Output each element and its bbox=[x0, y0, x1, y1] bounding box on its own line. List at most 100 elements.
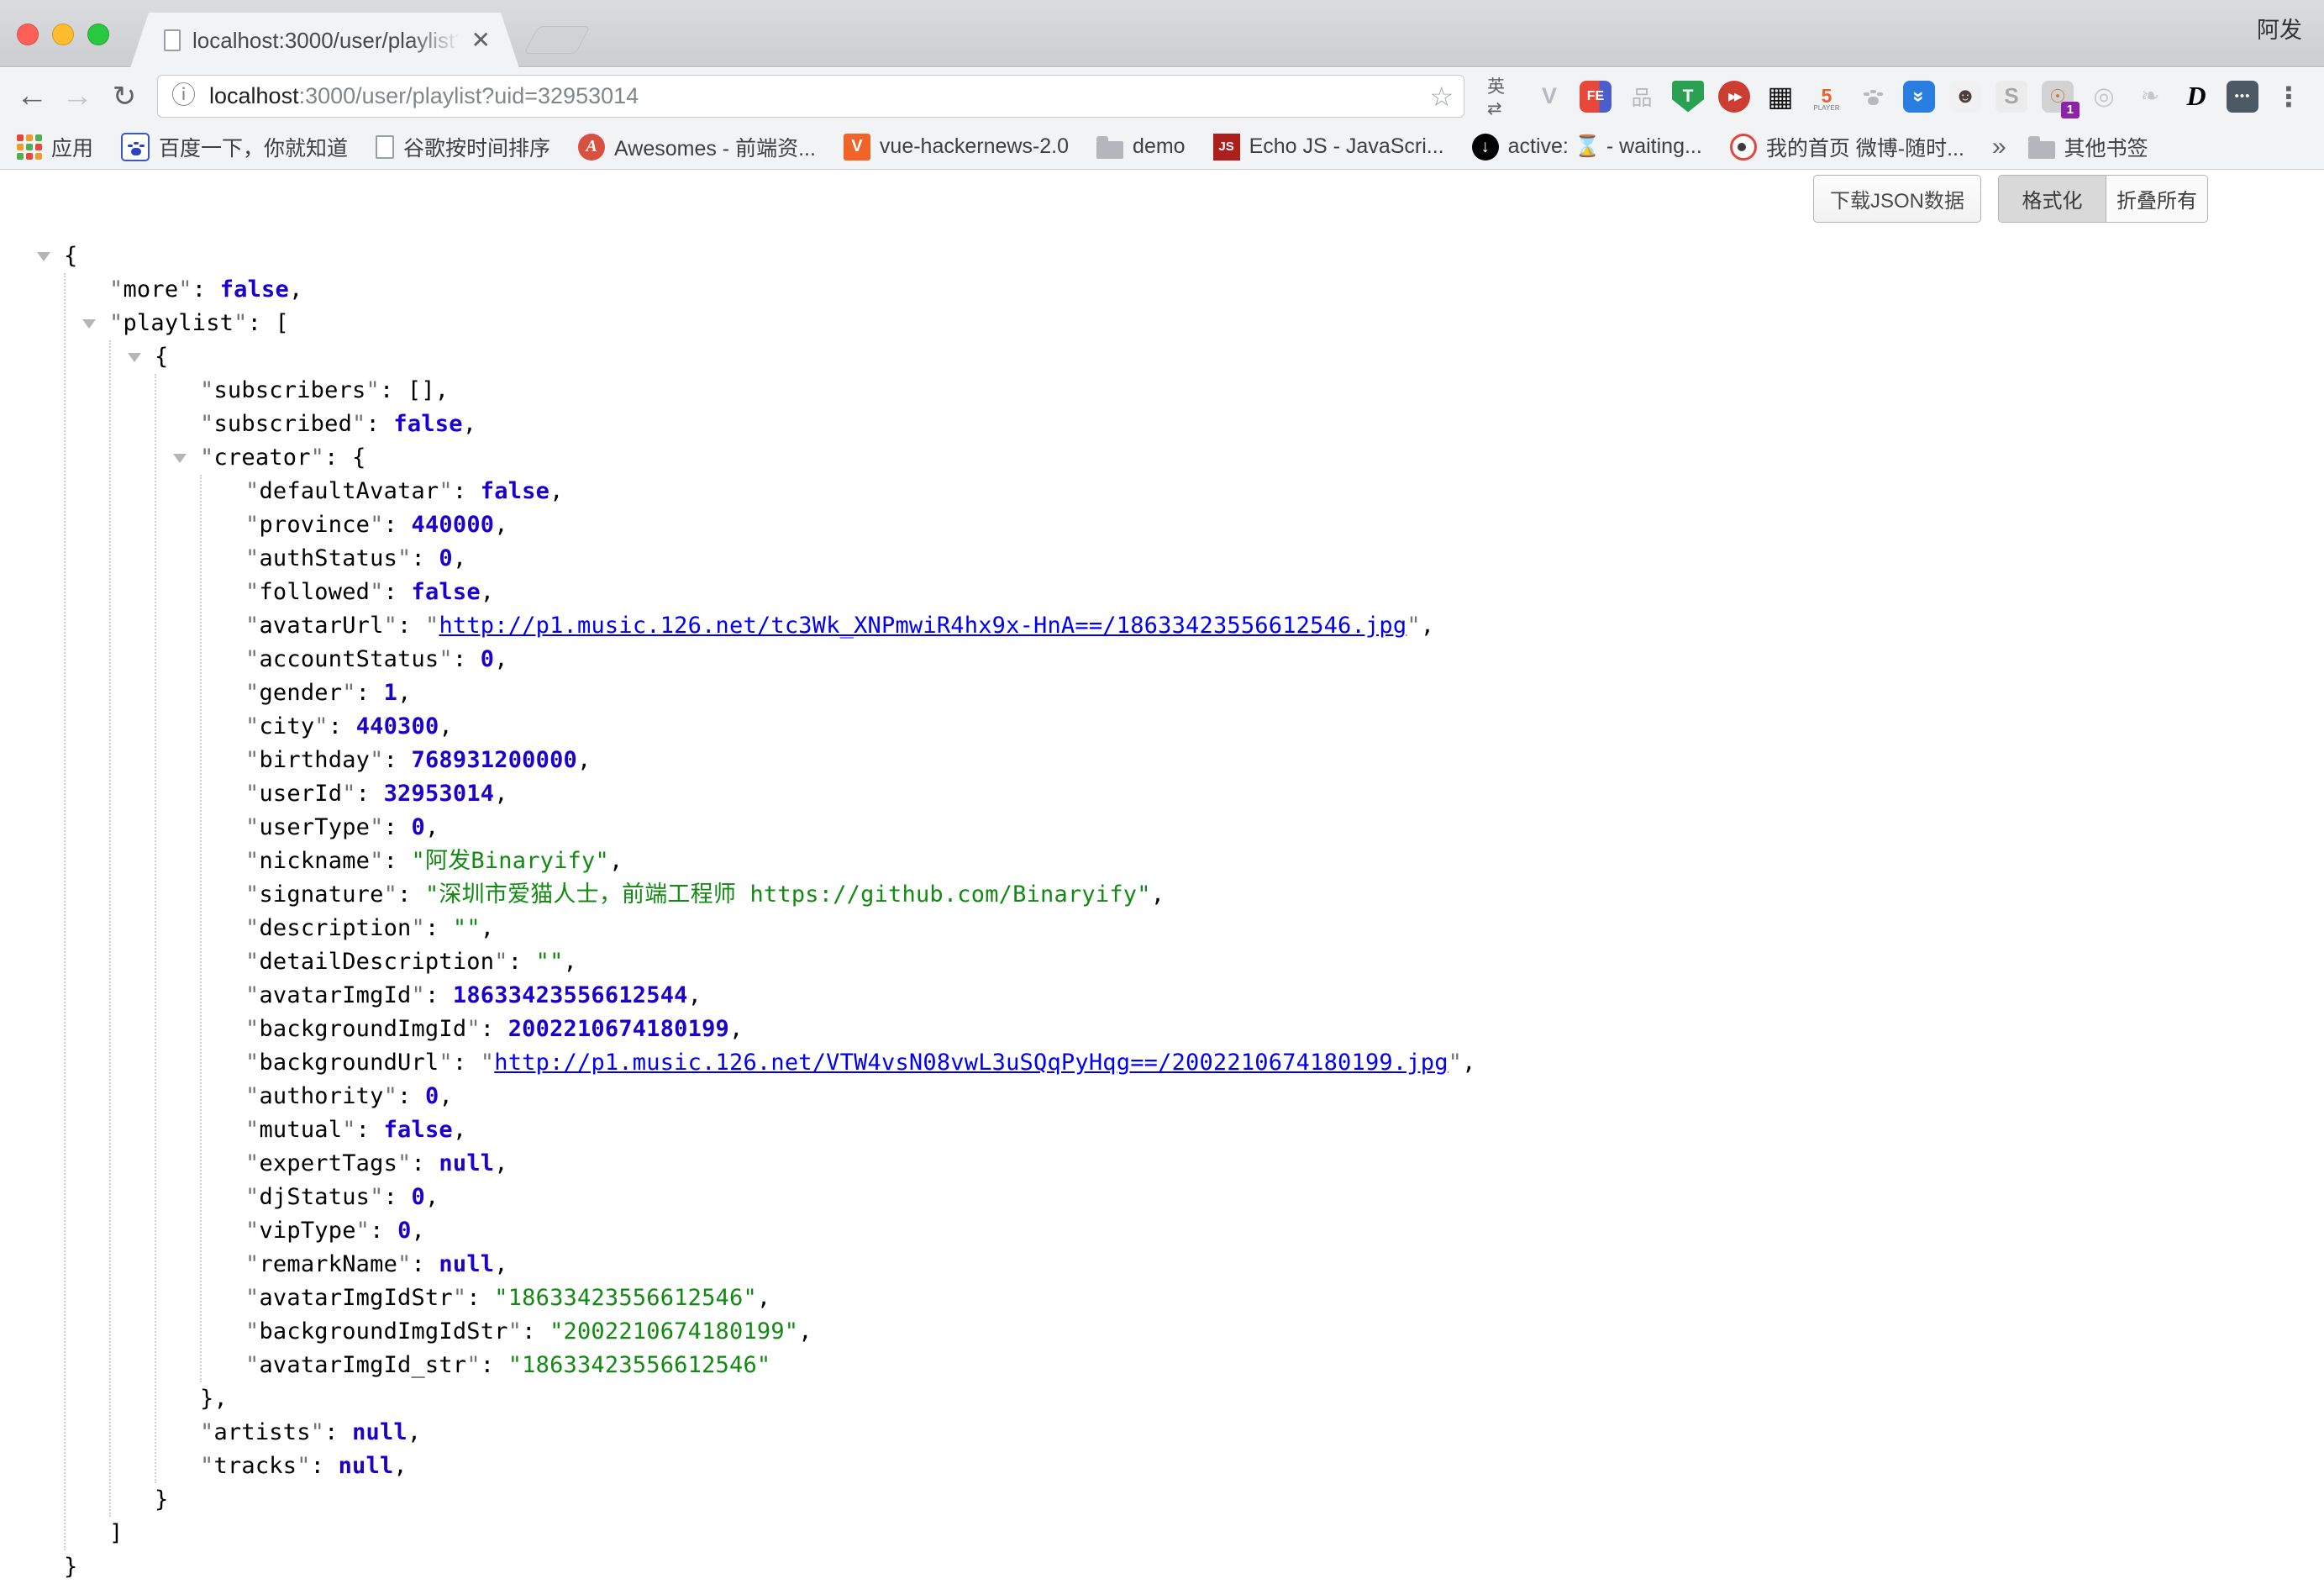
tab-close-icon[interactable]: ✕ bbox=[471, 29, 491, 52]
json-line: "subscribed": false, bbox=[200, 408, 2324, 441]
shield-icon[interactable]: T bbox=[1672, 81, 1704, 113]
json-line: "gender": 1, bbox=[245, 676, 2324, 710]
translate-icon[interactable]: 英⇄ bbox=[1487, 81, 1519, 113]
json-key: avatarImgId_str bbox=[259, 1352, 466, 1378]
reload-button[interactable]: ↻ bbox=[104, 68, 145, 124]
json-null-value: null bbox=[439, 1150, 494, 1176]
address-bar[interactable]: ⓘ localhost:3000/user/playlist?uid=32953… bbox=[157, 75, 1464, 118]
json-key: nickname bbox=[259, 848, 370, 874]
json-key: userId bbox=[259, 781, 342, 807]
json-key: userType bbox=[259, 814, 370, 840]
qr-code-icon[interactable]: ▦ bbox=[1764, 81, 1796, 113]
json-bool-value: false bbox=[384, 1117, 453, 1143]
json-key: creator bbox=[213, 445, 310, 471]
json-url-link[interactable]: http://p1.music.126.net/tc3Wk_XNPmwiR4hx… bbox=[439, 613, 1406, 639]
json-line: "authority": 0, bbox=[245, 1080, 2324, 1113]
collapse-arrow-icon[interactable] bbox=[128, 353, 141, 362]
collapse-arrow-icon[interactable] bbox=[173, 454, 187, 463]
close-window-button[interactable] bbox=[17, 24, 39, 45]
browser-profile-name[interactable]: 阿发 bbox=[2257, 12, 2302, 45]
bookmark-baidu[interactable]: 百度一下，你就知道 bbox=[121, 132, 348, 162]
json-block: "more": false,"playlist": [{"subscribers… bbox=[64, 273, 2324, 1550]
fe-icon[interactable]: FE bbox=[1580, 81, 1612, 113]
json-line: "vipType": 0, bbox=[245, 1214, 2324, 1248]
back-button[interactable]: ← bbox=[12, 68, 52, 124]
bird-icon-glyph: ❧ bbox=[2141, 83, 2160, 109]
vue-devtools-icon[interactable]: V bbox=[1533, 81, 1565, 113]
bookmark-folder[interactable]: demo bbox=[1096, 134, 1186, 159]
json-key: expertTags bbox=[259, 1150, 397, 1176]
s-icon[interactable]: S bbox=[1995, 81, 2027, 113]
site-info-icon[interactable]: ⓘ bbox=[171, 84, 196, 108]
weibo-swirl-icon[interactable]: ◎ bbox=[2088, 81, 2120, 113]
sitemap-icon[interactable]: 品 bbox=[1626, 81, 1658, 113]
minimize-window-button[interactable] bbox=[52, 24, 74, 45]
paw-icon[interactable] bbox=[1857, 81, 1889, 113]
json-key: avatarUrl bbox=[259, 613, 383, 639]
weibo-swirl-icon-glyph: ◎ bbox=[2093, 82, 2114, 111]
json-bool-value: false bbox=[220, 276, 289, 303]
json-key: avatarImgIdStr bbox=[259, 1285, 452, 1311]
bookmark-doc[interactable]: 谷歌按时间排序 bbox=[376, 132, 550, 162]
other-bookmarks-label: 其他书签 bbox=[2064, 132, 2148, 162]
mask-icon[interactable]: ☻ bbox=[1949, 81, 1981, 113]
page-favicon-icon bbox=[164, 29, 181, 51]
window-titlebar: localhost:3000/user/playlist?ui ✕ 阿发 bbox=[0, 0, 2324, 67]
browser-tab[interactable]: localhost:3000/user/playlist?ui ✕ bbox=[130, 13, 519, 68]
browser-menu-icon[interactable]: ⋮ bbox=[2273, 81, 2305, 113]
json-line: "tracks": null, bbox=[200, 1450, 2324, 1483]
bookmark-star-icon[interactable]: ☆ bbox=[1429, 83, 1454, 110]
collapse-all-button[interactable]: 折叠所有 bbox=[2106, 176, 2207, 222]
json-null-value: null bbox=[339, 1453, 394, 1479]
bookmark-weibo[interactable]: 我的首页 微博-随时... bbox=[1730, 132, 1964, 162]
collapse-arrow-icon[interactable] bbox=[37, 252, 50, 261]
json-string-value: "2002210674180199" bbox=[549, 1318, 798, 1345]
format-button[interactable]: 格式化 bbox=[1999, 176, 2106, 222]
more-tools-icon[interactable]: ••• bbox=[2227, 81, 2258, 113]
json-num-value: 32953014 bbox=[384, 781, 495, 807]
json-line: "userId": 32953014, bbox=[245, 777, 2324, 811]
json-line: "playlist": [ bbox=[109, 307, 2324, 340]
json-bool-value: false bbox=[481, 478, 549, 504]
json-key: followed bbox=[259, 579, 370, 605]
json-url-link[interactable]: http://p1.music.126.net/VTW4vsN08vwL3uSQ… bbox=[494, 1050, 1448, 1076]
view-mode-button-group: 格式化 折叠所有 bbox=[1998, 175, 2208, 223]
zoom-window-button[interactable] bbox=[87, 24, 109, 45]
fast-forward-icon-glyph: ▶▶ bbox=[1728, 90, 1740, 103]
bookmark-echojs[interactable]: JSEcho JS - JavaScri... bbox=[1213, 134, 1444, 161]
extension-icons-row: 英⇄ V FE 品 T ▶▶ ▦ 5PLAYER » ☻ S ☉1 ◎ ❧ D ••• ⋮ bbox=[1487, 68, 2305, 124]
tab-title: localhost:3000/user/playlist?ui bbox=[192, 28, 463, 54]
json-line: "city": 440300, bbox=[245, 710, 2324, 744]
download-json-button[interactable]: 下载JSON数据 bbox=[1813, 175, 1981, 223]
json-num-value: 1 bbox=[384, 680, 397, 706]
collapse-arrow-icon[interactable] bbox=[82, 319, 96, 329]
json-null-value: null bbox=[439, 1251, 494, 1277]
more-tools-icon-glyph: ••• bbox=[2235, 89, 2251, 103]
json-key: defaultAvatar bbox=[259, 478, 439, 504]
bookmark-active[interactable]: ↓active: ⌛ - waiting... bbox=[1472, 134, 1702, 161]
download-chevrons-icon[interactable]: » bbox=[1903, 81, 1935, 113]
json-key: detailDescription bbox=[259, 949, 494, 975]
new-tab-button[interactable] bbox=[523, 26, 591, 54]
json-key: city bbox=[259, 713, 314, 739]
json-line: "followed": false, bbox=[245, 576, 2324, 609]
bookmarks-overflow-icon[interactable]: » bbox=[1992, 133, 2006, 161]
json-num-value: 0 bbox=[481, 646, 494, 672]
json-null-value: null bbox=[352, 1419, 407, 1445]
other-bookmarks-folder[interactable]: 其他书签 bbox=[2028, 132, 2148, 162]
d-icon[interactable]: D bbox=[2180, 81, 2212, 113]
shield-icon-glyph: T bbox=[1683, 87, 1694, 107]
bookmark-awesomes[interactable]: AAwesomes - 前端资... bbox=[578, 132, 816, 162]
json-line: "nickname": "阿发Binaryify", bbox=[245, 845, 2324, 878]
json-line: "remarkName": null, bbox=[245, 1248, 2324, 1281]
html5-player-icon[interactable]: 5PLAYER bbox=[1811, 81, 1843, 113]
fast-forward-icon[interactable]: ▶▶ bbox=[1718, 81, 1750, 113]
sitemap-icon-glyph: 品 bbox=[1631, 82, 1652, 112]
json-line: "birthday": 768931200000, bbox=[245, 744, 2324, 777]
json-num-value: 0 bbox=[412, 814, 425, 840]
tampermonkey-icon[interactable]: ☉1 bbox=[2042, 81, 2074, 113]
bookmark-apps-grid[interactable]: 应用 bbox=[17, 132, 93, 162]
bird-icon[interactable]: ❧ bbox=[2134, 81, 2166, 113]
bookmark-label: 谷歌按时间排序 bbox=[403, 132, 550, 162]
bookmark-vuehn[interactable]: Vvue-hackernews-2.0 bbox=[844, 134, 1069, 161]
